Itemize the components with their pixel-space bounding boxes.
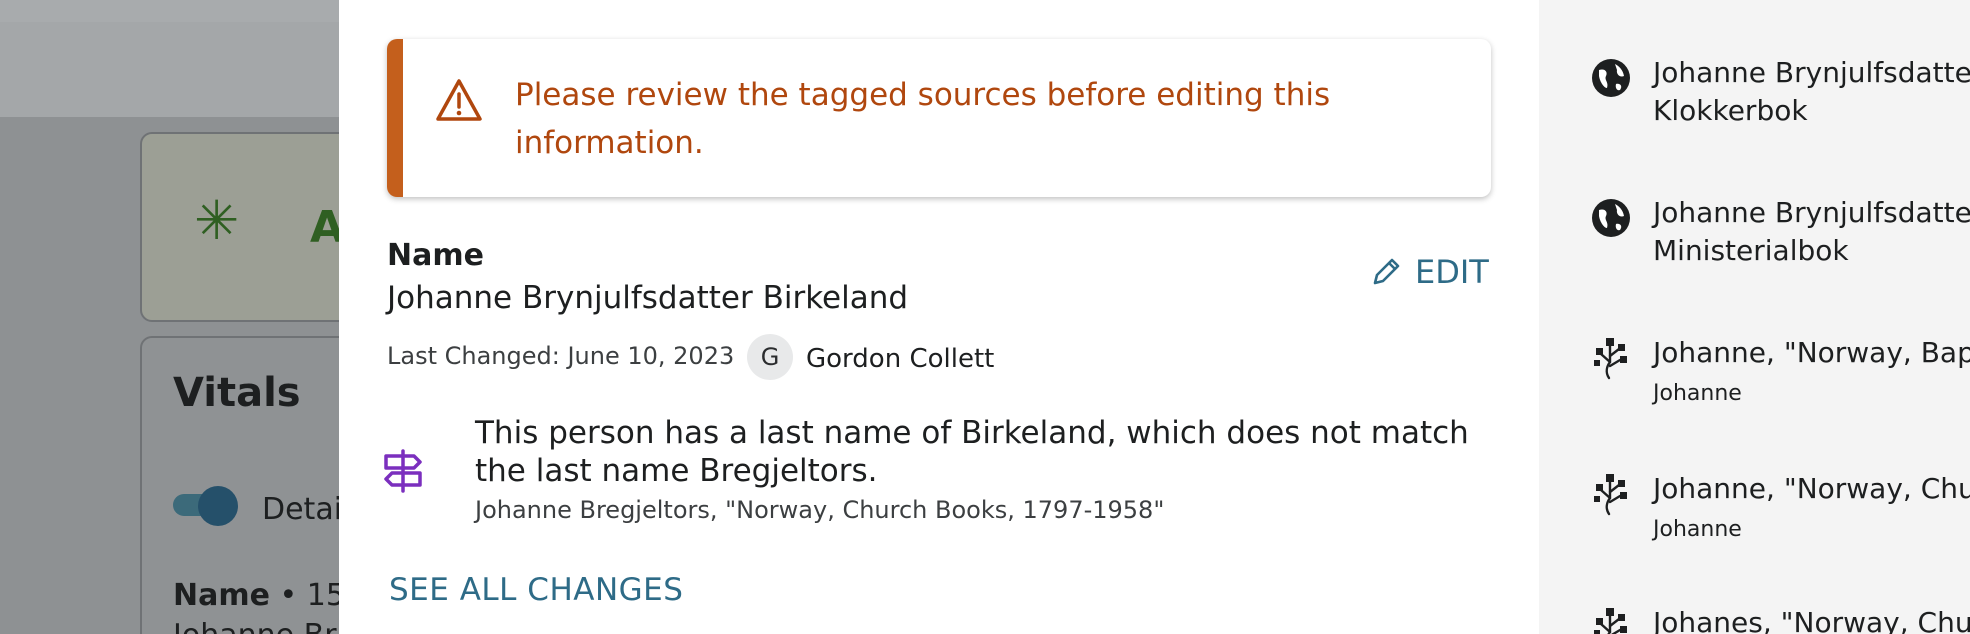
details-toggle-knob [198,486,238,526]
last-changed: Last Changed: June 10, 2023 [387,342,735,370]
warning-triangle-icon [436,79,482,121]
source-item[interactable]: Johanne Brynjulfsdatter Klokkerbok [1589,54,1970,130]
research-hint-message: This person has a last name of Birkeland… [475,415,1469,489]
signpost-icon [384,449,422,493]
background-top-bar [0,0,340,23]
globe-icon [1592,199,1630,237]
tree-icon [1594,608,1627,634]
field-value: Johanne Brynjulfsdatter Birkeland [387,280,909,316]
edit-button-label: EDIT [1415,253,1489,291]
globe-icon [1592,59,1630,97]
vitals-title: Vitals [173,370,301,416]
vitals-name-value: Johanne Br [173,618,337,634]
avatar[interactable]: G [747,334,793,380]
source-item[interactable]: Johanne, "Norway, Churc Johanne [1589,470,1970,548]
source-collection: Klokkerbok [1653,94,1808,127]
source-title: Johanne Brynjulfsdatter [1653,56,1970,89]
tree-icon [1594,338,1627,380]
source-title: Johanne Brynjulfsdatter [1653,196,1970,229]
vitals-name-label: Name [173,578,270,613]
edit-button[interactable]: EDIT [1369,250,1489,294]
source-person: Johanne [1653,381,1742,406]
background-card-letter: A [310,202,340,253]
source-person: Johanne [1653,517,1742,542]
source-item[interactable]: Johanne, "Norway, Bapti Johanne [1589,334,1970,412]
changed-by-user[interactable]: Gordon Collett [806,344,994,374]
vitals-name-count: • 15 [269,578,341,613]
burst-icon: ✳ [194,189,240,252]
source-item[interactable]: Johanne Brynjulfsdatter Ministerialbok [1589,194,1970,270]
see-all-changes-link[interactable]: SEE ALL CHANGES [389,572,683,608]
alert-accent-bar [387,39,403,197]
vitals-card: Vitals Detai Name • 15 Johanne Br [140,336,340,634]
background-banner [0,22,340,117]
sources-column: Johanne Brynjulfsdatter Klokkerbok Johan… [1539,0,1970,634]
alert-message: Please review the tagged sources before … [515,77,1331,161]
source-collection: Ministerialbok [1653,234,1849,267]
source-title: Johanne, "Norway, Bapti [1653,336,1970,369]
details-toggle-label: Detai [262,492,340,527]
vitals-name-row: Name • 15 [173,578,340,613]
background-page: ✳ A Vitals Detai Name • 15 Johanne Br [0,0,340,634]
tree-icon [1594,474,1627,516]
source-item[interactable]: Johanes, "Norway, Churc [1589,604,1970,634]
edit-name-panel: Please review the tagged sources before … [339,0,1539,634]
research-hint-source[interactable]: Johanne Bregjeltors, "Norway, Church Boo… [475,496,1164,524]
background-card: ✳ A [140,132,340,322]
pencil-icon [1373,258,1400,285]
warning-alert: Please review the tagged sources before … [387,39,1491,197]
field-label: Name [387,238,484,273]
source-title: Johanne, "Norway, Churc [1653,472,1970,505]
source-title: Johanes, "Norway, Churc [1653,606,1970,634]
